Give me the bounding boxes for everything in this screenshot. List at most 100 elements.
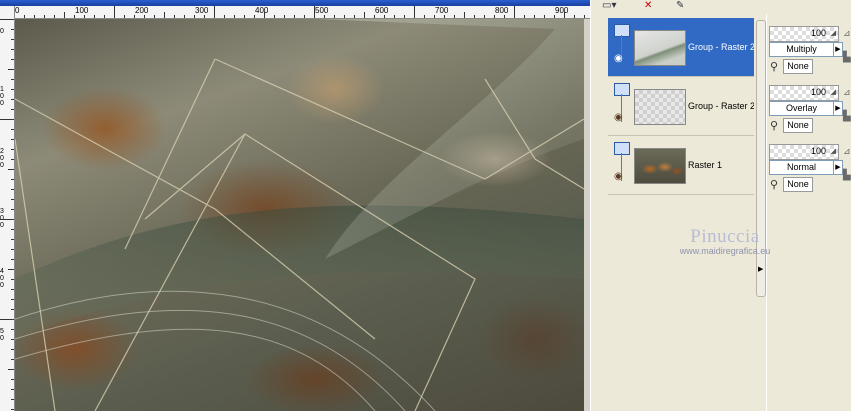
ruler-tick — [11, 289, 14, 290]
ruler-tick — [11, 179, 14, 180]
mask-select[interactable]: None — [783, 177, 813, 192]
ruler-tick — [244, 15, 245, 18]
ruler-tick — [24, 15, 25, 18]
ruler-tick — [11, 49, 14, 50]
lock-icon[interactable]: ▙ — [843, 52, 851, 63]
watermark-url: www.maidiregrafica.eu — [679, 246, 771, 256]
ruler-label: 400 — [255, 6, 269, 15]
ruler-tick — [8, 69, 14, 70]
layer-name: Raster 1 — [688, 160, 723, 170]
visibility-eye-icon[interactable]: ◉ — [614, 53, 623, 64]
image-canvas[interactable] — [15, 19, 584, 411]
ruler-tick — [11, 259, 14, 260]
ruler-tick — [134, 15, 135, 18]
pin-icon[interactable]: ⊿ — [843, 28, 851, 39]
canvas-window: 0 100 200 300 400 500 600 700 800 900 0 … — [0, 0, 590, 411]
visibility-eye-icon[interactable]: ◉ — [614, 112, 623, 123]
ruler-tick — [484, 15, 485, 18]
ruler-tick — [74, 15, 75, 18]
ruler-tick — [274, 15, 275, 18]
ruler-tick — [8, 169, 14, 170]
ruler-label: 0 — [15, 6, 20, 15]
blend-mode-select[interactable]: Normal — [769, 160, 834, 175]
opacity-slider[interactable]: 100 ◢ — [769, 144, 839, 160]
dropdown-arrow-icon[interactable]: ▶ — [833, 160, 843, 175]
ruler-tick — [11, 59, 14, 60]
slider-arrow-icon[interactable]: ◢ — [831, 29, 836, 37]
ruler-label: 1 0 0 — [0, 86, 4, 107]
ruler-tick — [0, 219, 14, 220]
layer-properties: 100 ◢ ⊿ Overlay ▶ ▙ ⚲ None — [767, 81, 851, 137]
layer-properties: 100 ◢ ⊿ Multiply ▶ ▙ ⚲ None — [767, 22, 851, 78]
ruler-tick — [394, 15, 395, 18]
layer-name: Group - Raster 2 — [688, 42, 754, 52]
delete-layer-icon[interactable]: ✕ — [644, 0, 652, 12]
blend-mode-select[interactable]: Multiply — [769, 42, 834, 57]
ruler-tick — [254, 15, 255, 18]
mask-select[interactable]: None — [783, 118, 813, 133]
ruler-label: 500 — [315, 6, 329, 15]
link-mask-icon[interactable]: ⚲ — [770, 60, 778, 73]
ruler-tick — [294, 15, 295, 18]
group-layer-icon — [614, 83, 630, 96]
ruler-tick — [464, 12, 465, 18]
layers-toolbar: ▭▾ ✕ ✎ — [598, 0, 766, 14]
scroll-right-arrow-icon[interactable]: ▶ — [758, 265, 763, 273]
ruler-tick — [284, 15, 285, 18]
link-mask-icon[interactable]: ⚲ — [770, 178, 778, 191]
ruler-tick — [94, 15, 95, 18]
ruler-tick — [404, 15, 405, 18]
watermark-name: Pinuccia — [690, 226, 760, 247]
ruler-tick — [11, 239, 14, 240]
layer-row[interactable]: ◉ Group - Raster 2 — [608, 18, 754, 77]
opacity-slider[interactable]: 100 ◢ — [769, 85, 839, 101]
slider-arrow-icon[interactable]: ◢ — [831, 88, 836, 96]
ruler-tick — [11, 189, 14, 190]
ruler-tick — [444, 15, 445, 18]
raster-layer-icon — [614, 142, 630, 155]
layer-row[interactable]: ◉ Raster 1 — [608, 136, 754, 195]
ruler-tick — [184, 15, 185, 18]
ruler-tick — [414, 6, 415, 18]
lock-icon[interactable]: ▙ — [843, 170, 851, 181]
opacity-value: 100 — [810, 146, 826, 156]
ruler-label: 700 — [435, 6, 449, 15]
ruler-tick — [11, 209, 14, 210]
ruler-tick — [11, 79, 14, 80]
ruler-label: 4 0 0 — [0, 268, 4, 289]
ruler-tick — [314, 6, 315, 18]
new-layer-icon[interactable]: ▭▾ — [602, 0, 616, 12]
ruler-tick — [11, 349, 14, 350]
ruler-tick — [584, 15, 585, 18]
ruler-tick — [8, 269, 14, 270]
link-mask-icon[interactable]: ⚲ — [770, 119, 778, 132]
ruler-tick — [11, 139, 14, 140]
layer-properties: 100 ◢ ⊿ Normal ▶ ▙ ⚲ None — [767, 140, 851, 196]
ruler-tick — [574, 15, 575, 18]
ruler-label: 0 — [0, 28, 4, 35]
ruler-tick — [64, 12, 65, 18]
ruler-tick — [194, 15, 195, 18]
ruler-tick — [424, 15, 425, 18]
opacity-slider[interactable]: 100 ◢ — [769, 26, 839, 42]
ruler-tick — [344, 15, 345, 18]
layer-row[interactable]: ◉ Group - Raster 2 — [608, 77, 754, 136]
edit-selection-icon[interactable]: ✎ — [676, 0, 684, 12]
ruler-tick — [11, 399, 14, 400]
slider-arrow-icon[interactable]: ◢ — [831, 147, 836, 155]
dropdown-arrow-icon[interactable]: ▶ — [833, 42, 843, 57]
blend-mode-select[interactable]: Overlay — [769, 101, 834, 116]
ruler-tick — [334, 15, 335, 18]
visibility-eye-icon[interactable]: ◉ — [614, 171, 623, 182]
ruler-tick — [84, 15, 85, 18]
ruler-tick — [11, 99, 14, 100]
pin-icon[interactable]: ⊿ — [843, 146, 851, 157]
pin-icon[interactable]: ⊿ — [843, 87, 851, 98]
ruler-label: 300 — [195, 6, 209, 15]
mask-select[interactable]: None — [783, 59, 813, 74]
dropdown-arrow-icon[interactable]: ▶ — [833, 101, 843, 116]
opacity-value: 100 — [810, 87, 826, 97]
ruler-tick — [144, 15, 145, 18]
ruler-tick — [204, 15, 205, 18]
lock-icon[interactable]: ▙ — [843, 111, 851, 122]
